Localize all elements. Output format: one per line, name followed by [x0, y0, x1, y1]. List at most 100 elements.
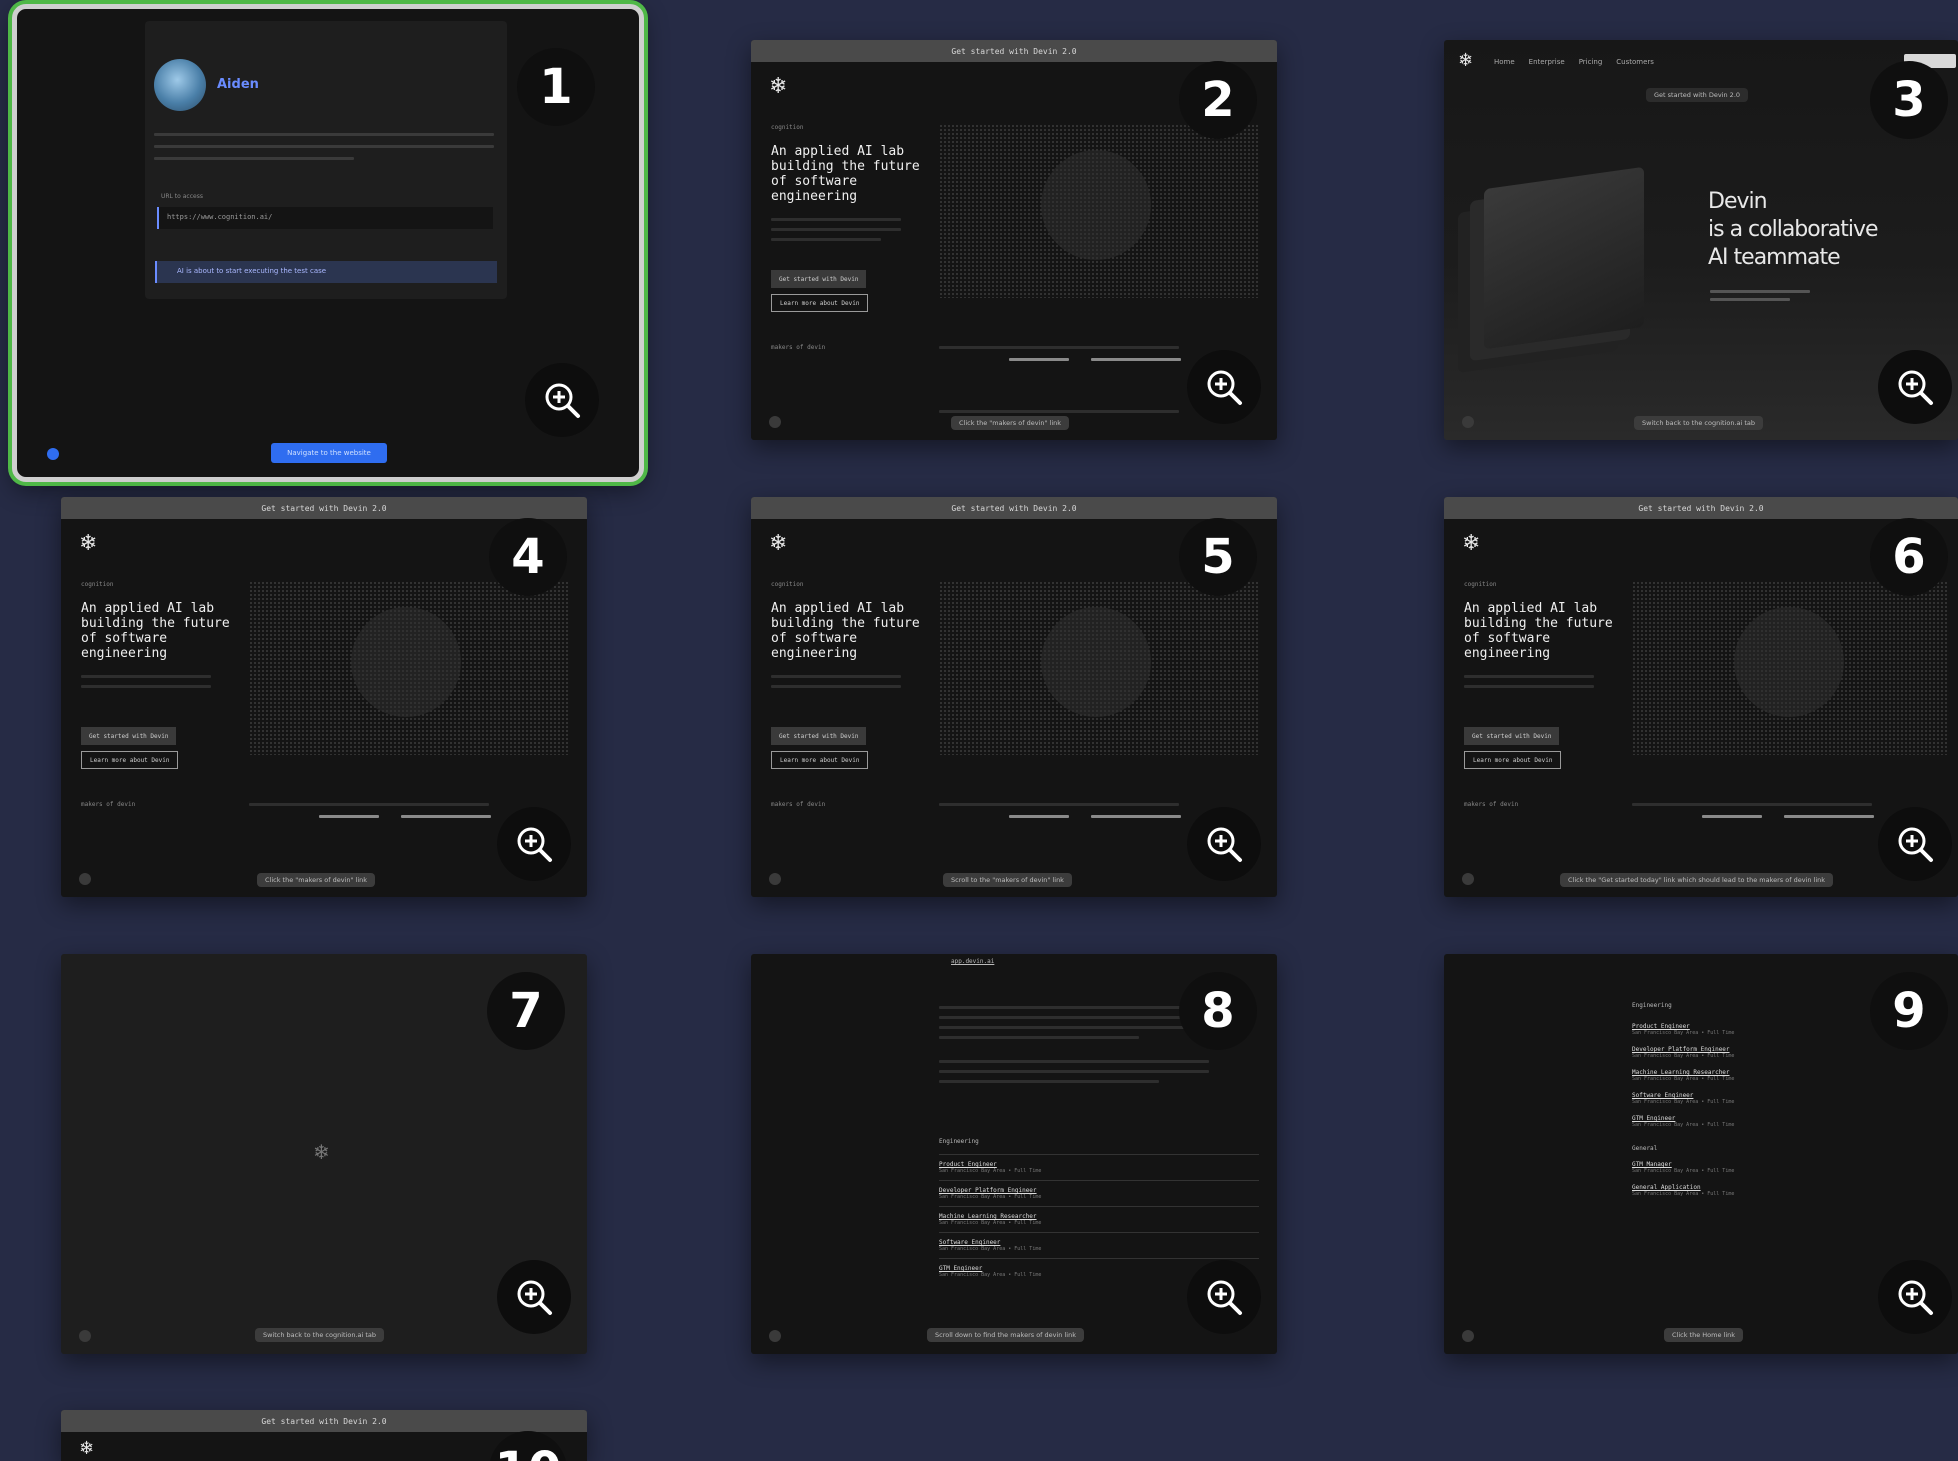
job-list: Product Engineer San Francisco Bay Area •… [1632, 1018, 1932, 1202]
chat-panel: Aiden URL to access https://www.cognitio… [145, 21, 507, 299]
zoom-in-button[interactable] [1187, 350, 1261, 424]
job-title[interactable]: Software Engineer [939, 1239, 1259, 1246]
browser-tab: Get started with Devin 2.0 [61, 1410, 587, 1432]
card-number-badge: 2 [1179, 61, 1257, 139]
get-started-button[interactable]: Get started with Devin [1464, 727, 1560, 745]
get-started-button[interactable]: Get started with Devin [81, 727, 177, 745]
job-title[interactable]: Product Engineer [939, 1161, 1259, 1168]
hero-heading: An applied AI lab building the future of s… [771, 601, 920, 661]
zoom-in-button[interactable] [497, 1260, 571, 1334]
app-link[interactable]: app.devin.ai [951, 958, 994, 965]
makers-label: makers of devin [771, 801, 826, 808]
card-number-badge: 7 [487, 972, 565, 1050]
headline: Devin is a collaborative AI teammate [1708, 189, 1879, 270]
makers-label: makers of devin [771, 344, 826, 351]
step-overlay: Click the "makers of devin" link [951, 416, 1070, 430]
card-number-badge: 6 [1870, 518, 1948, 596]
job-location: San Francisco Bay Area • Full Time [1632, 1168, 1735, 1174]
get-started-button[interactable]: Get started with Devin [771, 270, 867, 288]
navigate-button[interactable]: Navigate to the website [271, 443, 387, 463]
job-location: San Francisco Bay Area • Full Time [939, 1194, 1042, 1200]
browser-tab: Get started with Devin 2.0 [751, 40, 1277, 62]
zoom-in-icon [517, 1280, 552, 1315]
nav-home[interactable]: Home [1494, 58, 1515, 66]
card-number-badge: 5 [1179, 518, 1257, 596]
card-number-badge: 1 [517, 48, 595, 126]
learn-more-button[interactable]: Learn more about Devin [771, 294, 869, 312]
nav-enterprise[interactable]: Enterprise [1529, 58, 1565, 66]
url-label: URL to access [161, 193, 203, 200]
zoom-in-button[interactable] [1187, 1260, 1261, 1334]
job-title[interactable]: Developer Platform Engineer [939, 1187, 1259, 1194]
zoom-in-button[interactable] [1187, 807, 1261, 881]
card-number-badge: 9 [1870, 972, 1948, 1050]
zoom-in-icon [1207, 370, 1242, 405]
step-overlay: Switch back to the cognition.ai tab [1634, 416, 1764, 430]
browser-tab: Get started with Devin 2.0 [61, 497, 587, 519]
job-title[interactable]: Machine Learning Researcher [939, 1213, 1259, 1220]
nav-customers[interactable]: Customers [1616, 58, 1654, 66]
url-value: https://www.cognition.ai/ [167, 213, 273, 221]
loading-spinner-icon: ❄ [313, 1140, 330, 1164]
zoom-in-icon [1207, 827, 1242, 862]
job-title[interactable]: GTM Engineer [1632, 1115, 1932, 1122]
step-overlay: Scroll to the "makers of devin" link [943, 873, 1072, 887]
status-text: AI is about to start executing the test … [177, 267, 327, 275]
job-title[interactable]: GTM Manager [1632, 1161, 1932, 1168]
card-number-badge: 10 [489, 1431, 567, 1461]
test-card-6[interactable]: Get started with Devin 2.0 ❄ cognition A… [1444, 497, 1958, 897]
zoom-in-button[interactable] [1878, 1260, 1952, 1334]
job-location: San Francisco Bay Area • Full Time [1632, 1076, 1735, 1082]
test-card-7[interactable]: ❄ Switch back to the cognition.ai tab 7 [61, 954, 587, 1354]
job-title[interactable]: General Application [1632, 1184, 1932, 1191]
zoom-in-button[interactable] [525, 363, 599, 437]
zoom-in-icon [1898, 827, 1933, 862]
job-title[interactable]: Software Engineer [1632, 1092, 1932, 1099]
card-number-badge: 3 [1870, 61, 1948, 139]
job-title[interactable]: Developer Platform Engineer [1632, 1046, 1932, 1053]
test-card-1[interactable]: Aiden URL to access https://www.cognitio… [12, 4, 644, 482]
step-overlay: Click the "makers of devin" link [257, 873, 376, 887]
job-location: San Francisco Bay Area • Full Time [1632, 1122, 1735, 1128]
cognition-logo-icon: ❄ [1458, 50, 1474, 71]
makers-label: makers of devin [81, 801, 136, 808]
cognition-logo-icon: ❄ [1462, 531, 1481, 556]
hero-heading: An applied AI lab building the future of s… [81, 601, 230, 661]
test-card-9[interactable]: Engineering Product Engineer San Francisc… [1444, 954, 1958, 1354]
job-location: San Francisco Bay Area • Full Time [939, 1168, 1042, 1174]
user-name: Aiden [217, 77, 259, 92]
devin-badge[interactable]: Get started with Devin 2.0 [1646, 88, 1749, 102]
step-overlay: Switch back to the cognition.ai tab [255, 1328, 385, 1342]
hero-heading: An applied AI lab building the future of s… [1464, 601, 1613, 661]
top-nav: Home Enterprise Pricing Customers [1494, 58, 1654, 66]
job-title[interactable]: Machine Learning Researcher [1632, 1069, 1932, 1076]
get-started-button[interactable]: Get started with Devin [771, 727, 867, 745]
test-card-10[interactable]: Get started with Devin 2.0 ❄ 10 [61, 1410, 587, 1461]
cognition-logo-icon: ❄ [769, 531, 788, 556]
zoom-in-icon [1898, 370, 1933, 405]
zoom-in-button[interactable] [497, 807, 571, 881]
learn-more-button[interactable]: Learn more about Devin [1464, 751, 1562, 769]
learn-more-button[interactable]: Learn more about Devin [771, 751, 869, 769]
test-card-8[interactable]: app.devin.ai Engineering Product Enginee… [751, 954, 1277, 1354]
section-heading: Engineering [1632, 1002, 1672, 1009]
zoom-in-button[interactable] [1878, 807, 1952, 881]
product-preview [1484, 166, 1644, 350]
card-number-badge: 8 [1179, 972, 1257, 1050]
job-location: San Francisco Bay Area • Full Time [939, 1246, 1042, 1252]
test-card-4[interactable]: Get started with Devin 2.0 ❄ cognition A… [61, 497, 587, 897]
status-dot [47, 448, 59, 460]
zoom-in-icon [517, 827, 552, 862]
job-location: San Francisco Bay Area • Full Time [939, 1220, 1042, 1226]
status-row: AI is about to start executing the test … [155, 261, 497, 283]
job-location: San Francisco Bay Area • Full Time [1632, 1191, 1735, 1197]
nav-pricing[interactable]: Pricing [1579, 58, 1603, 66]
url-field[interactable]: https://www.cognition.ai/ [157, 207, 493, 229]
browser-tab: Get started with Devin 2.0 [751, 497, 1277, 519]
test-card-2[interactable]: Get started with Devin 2.0 ❄ cognition A… [751, 40, 1277, 440]
test-card-3[interactable]: ❄ Home Enterprise Pricing Customers Get … [1444, 40, 1958, 440]
learn-more-button[interactable]: Learn more about Devin [81, 751, 179, 769]
zoom-in-button[interactable] [1878, 350, 1952, 424]
test-card-5[interactable]: Get started with Devin 2.0 ❄ cognition A… [751, 497, 1277, 897]
step-overlay: Click the Home link [1664, 1328, 1744, 1342]
